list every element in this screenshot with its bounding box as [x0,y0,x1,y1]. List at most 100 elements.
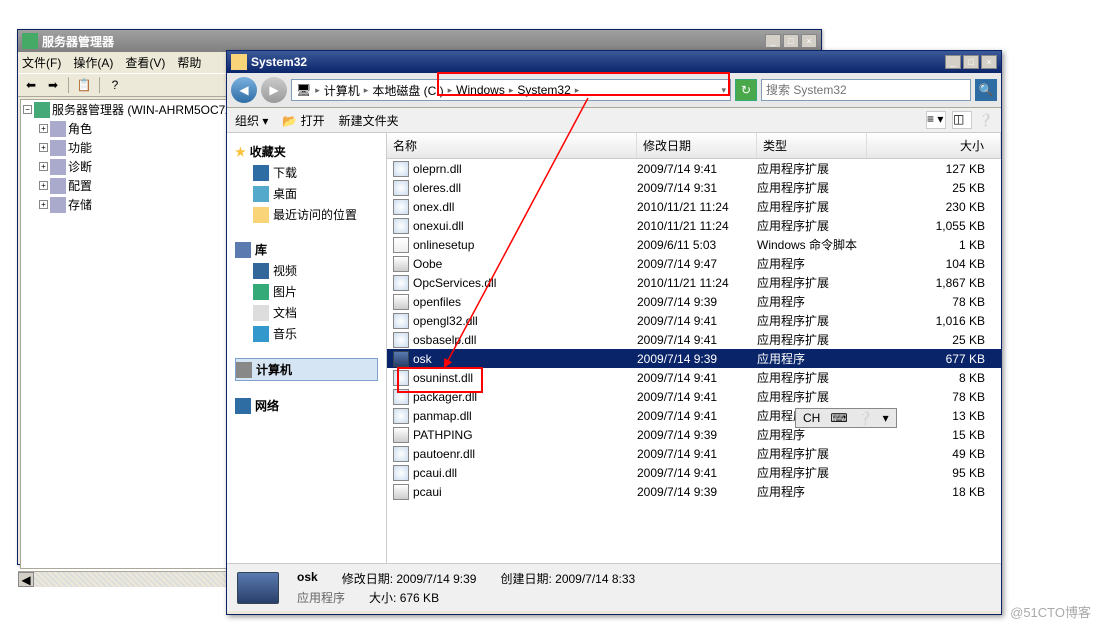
breadcrumb-seg[interactable]: 本地磁盘 (C:) [372,82,443,99]
show-hide-icon[interactable]: 📋 [75,76,93,94]
nav-computer[interactable]: 计算机 [235,358,378,381]
file-row[interactable]: OpcServices.dll2010/11/21 11:24应用程序扩展1,8… [387,273,1001,292]
file-row[interactable]: osk2009/7/14 9:39应用程序677 KB [387,349,1001,368]
chevron-right-icon[interactable]: ▸ [364,85,369,96]
maximize-button[interactable]: □ [963,55,979,69]
help-icon[interactable]: ❔ [978,113,993,127]
col-date[interactable]: 修改日期 [637,133,757,158]
nav-pictures[interactable]: 图片 [235,281,378,302]
file-list[interactable]: oleprn.dll2009/7/14 9:41应用程序扩展127 KBoler… [387,159,1001,563]
tree-label: 诊断 [68,158,92,175]
file-name: OpcServices.dll [413,276,496,290]
scroll-left-icon[interactable]: ◀ [18,572,34,587]
close-button[interactable]: × [981,55,997,69]
col-name[interactable]: 名称 [387,133,637,158]
file-row[interactable]: oleprn.dll2009/7/14 9:41应用程序扩展127 KB [387,159,1001,178]
file-type: 应用程序扩展 [757,179,867,196]
file-row[interactable]: pcaui.dll2009/7/14 9:41应用程序扩展95 KB [387,463,1001,482]
file-row[interactable]: Oobe2009/7/14 9:47应用程序104 KB [387,254,1001,273]
menu-action[interactable]: 操作(A) [73,54,113,71]
collapse-icon[interactable]: − [23,105,32,114]
file-row[interactable]: packager.dll2009/7/14 9:41应用程序扩展78 KB [387,387,1001,406]
col-type[interactable]: 类型 [757,133,867,158]
ime-lang[interactable]: CH [800,411,823,425]
search-box[interactable] [761,79,971,101]
nav-documents[interactable]: 文档 [235,302,378,323]
nav-forward-button[interactable]: ▶ [261,77,287,103]
chevron-down-icon[interactable]: ▾ [721,85,726,96]
file-row[interactable]: osuninst.dll2009/7/14 9:41应用程序扩展8 KB [387,368,1001,387]
computer-icon: 🖥 [296,83,311,97]
expand-icon[interactable]: + [39,181,48,190]
search-input[interactable] [766,83,966,97]
nav-downloads[interactable]: 下载 [235,162,378,183]
file-row[interactable]: onex.dll2010/11/21 11:24应用程序扩展230 KB [387,197,1001,216]
nav-network[interactable]: 网络 [235,395,378,416]
ime-options-icon[interactable]: ▾ [880,411,892,425]
file-name: pcaui [413,485,442,499]
organize-button[interactable]: 组织 ▾ [235,112,268,129]
command-bar: 组织 ▾ 📂 打开 新建文件夹 ≡ ▾ ◫ ❔ [227,108,1001,133]
expand-icon[interactable]: + [39,143,48,152]
expand-icon[interactable]: + [39,124,48,133]
ime-help-icon[interactable]: ❔ [855,411,876,425]
file-row[interactable]: onexui.dll2010/11/21 11:24应用程序扩展1,055 KB [387,216,1001,235]
ime-language-bar[interactable]: CH ⌨ ❔ ▾ [795,408,897,428]
file-row[interactable]: openfiles2009/7/14 9:39应用程序78 KB [387,292,1001,311]
file-name: packager.dll [413,390,477,404]
chevron-right-icon[interactable]: ▸ [315,85,320,96]
chevron-right-icon[interactable]: ▸ [575,85,580,96]
expand-icon[interactable]: + [39,200,48,209]
file-date: 2009/7/14 9:41 [637,447,757,461]
file-row[interactable]: PATHPING2009/7/14 9:39应用程序15 KB [387,425,1001,444]
file-row[interactable]: opengl32.dll2009/7/14 9:41应用程序扩展1,016 KB [387,311,1001,330]
breadcrumb-seg[interactable]: System32 [517,83,570,97]
minimize-button[interactable]: _ [945,55,961,69]
fwd-nav-icon[interactable]: ➡ [44,76,62,94]
preview-pane-button[interactable]: ◫ [952,111,972,129]
file-date: 2010/11/21 11:24 [637,219,757,233]
file-row[interactable]: onlinesetup2009/6/11 5:03Windows 命令脚本1 K… [387,235,1001,254]
menu-file[interactable]: 文件(F) [22,54,61,71]
address-bar[interactable]: 🖥 ▸ 计算机 ▸ 本地磁盘 (C:) ▸ Windows ▸ System32… [291,79,731,101]
help-icon[interactable]: ? [106,76,124,94]
open-button[interactable]: 📂 打开 [282,112,324,129]
col-size[interactable]: 大小 [867,133,1001,158]
chevron-right-icon[interactable]: ▸ [509,85,514,96]
file-row[interactable]: pcaui2009/7/14 9:39应用程序18 KB [387,482,1001,501]
file-row[interactable]: panmap.dll2009/7/14 9:41应用程序扩展13 KB [387,406,1001,425]
close-button[interactable]: × [801,34,817,48]
front-titlebar[interactable]: System32 _ □ × [227,51,1001,73]
back-nav-icon[interactable]: ⬅ [22,76,40,94]
maximize-button[interactable]: □ [783,34,799,48]
file-date: 2009/7/14 9:41 [637,333,757,347]
ime-keyboard-icon[interactable]: ⌨ [827,411,850,425]
expand-icon[interactable]: + [39,162,48,171]
file-date: 2009/7/14 9:39 [637,352,757,366]
menu-help[interactable]: 帮助 [177,54,201,71]
favorites-group[interactable]: ★收藏夹 [235,141,378,162]
refresh-button[interactable]: ↻ [735,79,757,101]
nav-back-button[interactable]: ◀ [231,77,257,103]
new-folder-button[interactable]: 新建文件夹 [339,112,399,129]
nav-desktop[interactable]: 桌面 [235,183,378,204]
file-type: 应用程序扩展 [757,274,867,291]
back-titlebar[interactable]: 服务器管理器 _ □ × [18,30,821,52]
nav-music[interactable]: 音乐 [235,323,378,344]
nav-videos[interactable]: 视频 [235,260,378,281]
breadcrumb-seg[interactable]: 计算机 [324,82,360,99]
minimize-button[interactable]: _ [765,34,781,48]
breadcrumb-seg[interactable]: Windows [456,83,505,97]
file-row[interactable]: osbaselp.dll2009/7/14 9:41应用程序扩展25 KB [387,330,1001,349]
search-button[interactable]: 🔍 [975,79,997,101]
chevron-right-icon[interactable]: ▸ [448,85,453,96]
nav-recent[interactable]: 最近访问的位置 [235,204,378,225]
file-type: 应用程序扩展 [757,331,867,348]
cmd-icon [393,237,409,253]
file-row[interactable]: oleres.dll2009/7/14 9:31应用程序扩展25 KB [387,178,1001,197]
library-group[interactable]: 库 [235,239,378,260]
menu-view[interactable]: 查看(V) [125,54,165,71]
dll-icon [393,370,409,386]
view-mode-button[interactable]: ≡ ▾ [926,111,946,129]
file-row[interactable]: pautoenr.dll2009/7/14 9:41应用程序扩展49 KB [387,444,1001,463]
